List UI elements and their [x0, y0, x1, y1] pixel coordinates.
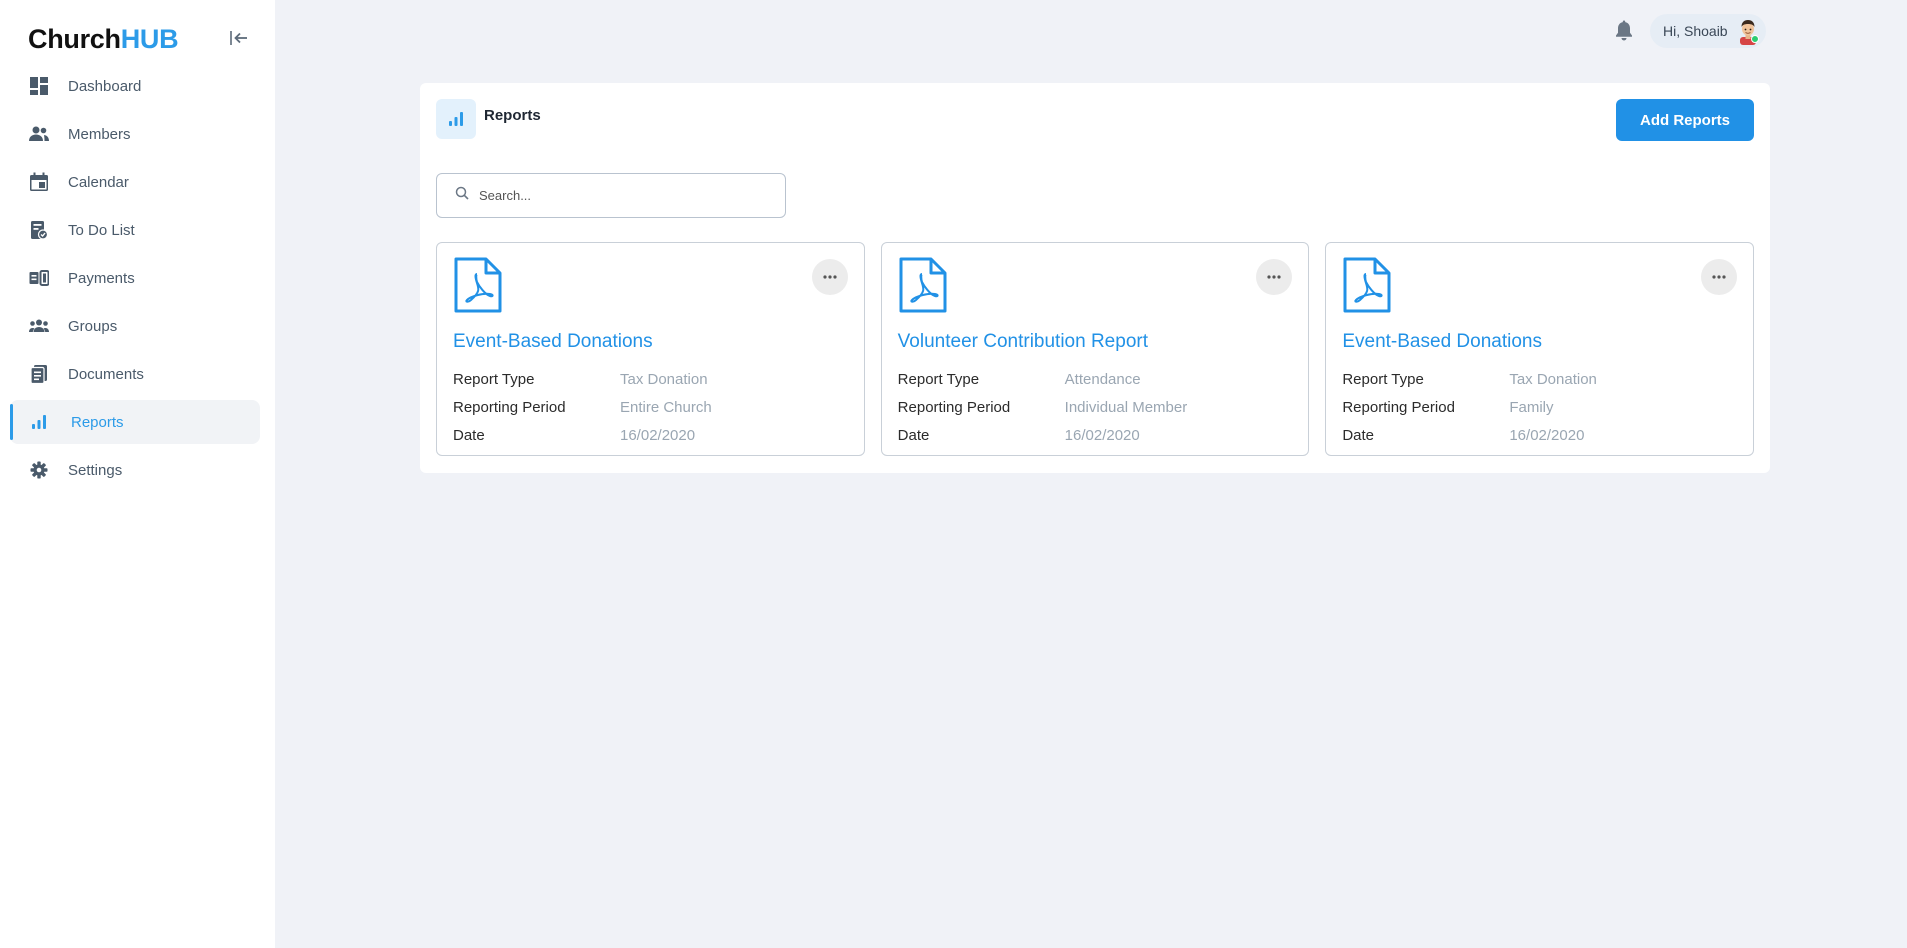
todo-icon — [28, 219, 50, 241]
search-icon — [455, 186, 469, 205]
field-value: Tax Donation — [620, 370, 708, 388]
date-row: Date 16/02/2020 — [898, 421, 1188, 449]
sidebar-item-members[interactable]: Members — [10, 112, 260, 156]
sidebar-item-calendar[interactable]: Calendar — [10, 160, 260, 204]
report-type-row: Report Type Attendance — [898, 365, 1188, 393]
field-value: Tax Donation — [1509, 370, 1597, 388]
report-details: Report Type Attendance Reporting Period In… — [898, 365, 1188, 449]
report-type-row: Report Type Tax Donation — [453, 365, 712, 393]
add-reports-button[interactable]: Add Reports — [1616, 99, 1754, 141]
groups-icon — [28, 315, 50, 337]
field-label: Report Type — [1342, 370, 1424, 388]
report-cards: Event-Based Donations Report Type Tax Don… — [436, 242, 1755, 456]
field-value: 16/02/2020 — [1509, 426, 1585, 444]
sidebar-item-documents[interactable]: Documents — [10, 352, 260, 396]
settings-icon — [28, 459, 50, 481]
more-options-button[interactable] — [1701, 259, 1738, 295]
search-input[interactable] — [479, 188, 769, 203]
logo-text-hub: HUB — [120, 24, 179, 54]
pdf-file-icon — [453, 257, 503, 313]
sidebar-item-groups[interactable]: Groups — [10, 304, 260, 348]
sidebar-item-reports[interactable]: Reports — [10, 400, 260, 444]
field-value: Attendance — [1064, 370, 1141, 388]
more-horizontal-icon — [1267, 275, 1281, 279]
collapse-sidebar-icon[interactable] — [228, 28, 250, 48]
sidebar-item-label: Dashboard — [68, 77, 142, 95]
reporting-period-row: Reporting Period Individual Member — [898, 393, 1188, 421]
more-options-button[interactable] — [1256, 259, 1293, 295]
field-label: Date — [897, 426, 930, 444]
field-value: Entire Church — [620, 398, 712, 416]
members-icon — [28, 123, 50, 145]
field-value: Family — [1509, 398, 1554, 416]
more-horizontal-icon — [1712, 275, 1726, 279]
reports-header-icon — [436, 99, 476, 139]
sidebar: ChurchHUB Dashboard Members Calendar To … — [0, 0, 275, 948]
report-details: Report Type Tax Donation Reporting Period… — [453, 365, 712, 449]
report-card[interactable]: Volunteer Contribution Report Report Typ… — [880, 242, 1310, 456]
dashboard-icon — [28, 75, 50, 97]
app-logo[interactable]: ChurchHUB — [28, 24, 179, 55]
page-title: Reports — [484, 107, 541, 124]
calendar-icon — [28, 171, 50, 193]
field-label: Reporting Period — [897, 398, 1011, 416]
date-row: Date 16/02/2020 — [1342, 421, 1597, 449]
more-horizontal-icon — [823, 275, 837, 279]
sidebar-item-payments[interactable]: Payments — [10, 256, 260, 300]
sidebar-nav: Dashboard Members Calendar To Do List Pa… — [10, 64, 260, 496]
sidebar-item-label: Settings — [68, 461, 123, 479]
payments-icon — [28, 267, 50, 289]
field-value: 16/02/2020 — [1064, 426, 1140, 444]
user-menu[interactable]: Hi, Shoaib — [1650, 14, 1766, 48]
sidebar-item-label: Reports — [71, 413, 124, 431]
user-greeting: Hi, Shoaib — [1663, 23, 1728, 39]
report-details: Report Type Tax Donation Reporting Period… — [1342, 365, 1597, 449]
sidebar-item-label: Payments — [68, 269, 135, 287]
sidebar-item-dashboard[interactable]: Dashboard — [10, 64, 260, 108]
report-title[interactable]: Volunteer Contribution Report — [898, 331, 1148, 353]
reporting-period-row: Reporting Period Entire Church — [453, 393, 712, 421]
report-card[interactable]: Event-Based Donations Report Type Tax Don… — [1325, 242, 1755, 456]
sidebar-item-todo-list[interactable]: To Do List — [10, 208, 260, 252]
reporting-period-row: Reporting Period Family — [1342, 393, 1597, 421]
notification-bell-icon[interactable] — [1614, 20, 1634, 42]
sidebar-item-label: To Do List — [68, 221, 135, 239]
logo-text-church: Church — [28, 24, 121, 54]
avatar[interactable] — [1734, 17, 1762, 45]
field-label: Date — [453, 426, 485, 444]
field-label: Reporting Period — [453, 398, 566, 416]
pdf-file-icon — [898, 257, 948, 313]
reports-panel: Reports Add Reports Event-Based Donation… — [420, 83, 1770, 473]
field-value: 16/02/2020 — [620, 426, 696, 444]
field-label: Report Type — [453, 370, 535, 388]
sidebar-item-label: Calendar — [68, 173, 129, 191]
reports-icon — [28, 411, 50, 433]
documents-icon — [28, 363, 50, 385]
field-label: Date — [1342, 426, 1375, 444]
report-card[interactable]: Event-Based Donations Report Type Tax Don… — [436, 242, 865, 456]
sidebar-item-label: Members — [68, 125, 131, 143]
more-options-button[interactable] — [811, 259, 848, 295]
field-label: Reporting Period — [1342, 398, 1455, 416]
report-type-row: Report Type Tax Donation — [1342, 365, 1597, 393]
pdf-file-icon — [1342, 257, 1392, 313]
sidebar-item-settings[interactable]: Settings — [10, 448, 260, 492]
sidebar-item-label: Groups — [68, 317, 118, 335]
sidebar-item-label: Documents — [68, 365, 144, 383]
report-title[interactable]: Event-Based Donations — [1342, 331, 1542, 353]
field-value: Individual Member — [1064, 398, 1188, 416]
date-row: Date 16/02/2020 — [453, 421, 712, 449]
search-box[interactable] — [436, 173, 786, 218]
field-label: Report Type — [897, 370, 980, 388]
report-title[interactable]: Event-Based Donations — [453, 331, 653, 353]
online-status-indicator — [1750, 35, 1759, 43]
